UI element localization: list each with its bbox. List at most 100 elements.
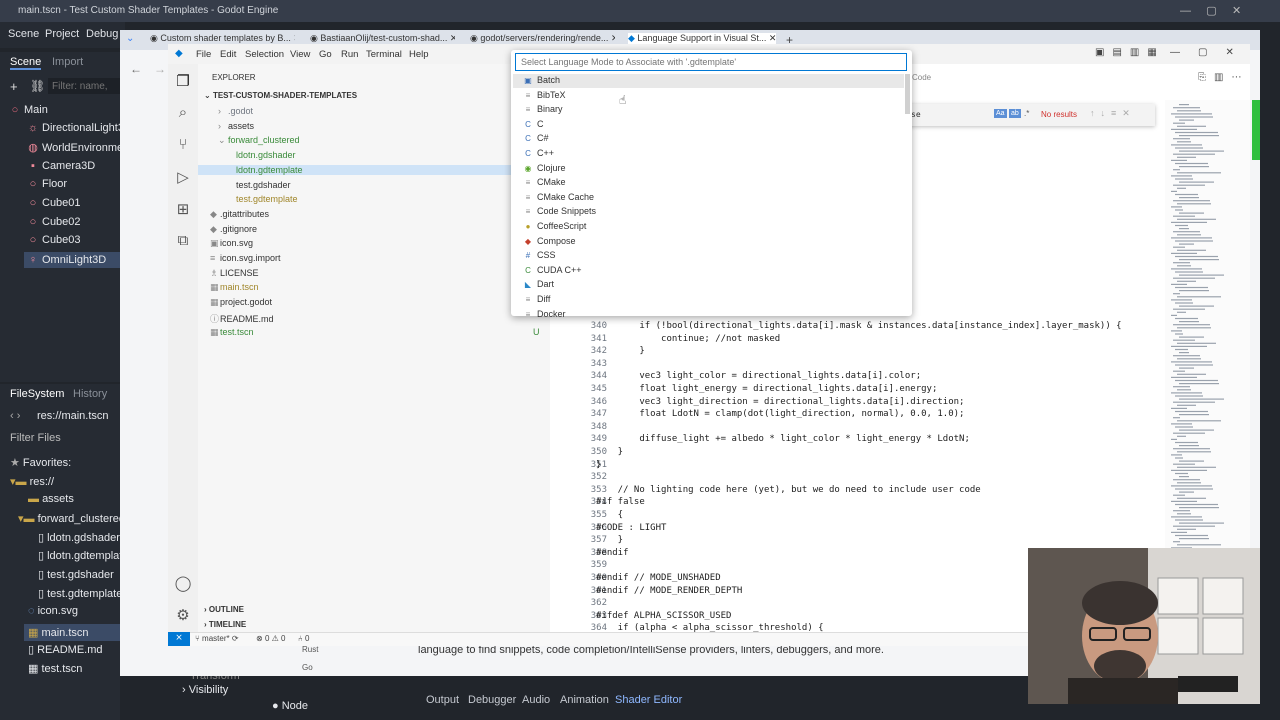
- inspector-node[interactable]: ● Node: [272, 700, 308, 712]
- fs-item[interactable]: ▯ test.gdshader: [38, 568, 114, 581]
- menu-scene[interactable]: Scene: [8, 28, 39, 40]
- explorer-file[interactable]: ◆ .gitignore: [210, 224, 257, 235]
- whole-word-icon[interactable]: ab: [1009, 109, 1021, 118]
- tree-node[interactable]: ▪ Camera3D: [28, 160, 95, 172]
- explorer-file[interactable]: ▦test.tscn: [210, 327, 254, 338]
- remote-icon[interactable]: ⨯: [168, 632, 190, 646]
- fs-item[interactable]: ▯ ldotn.gdtemplate: [38, 549, 128, 562]
- fs-path[interactable]: res://main.tscn: [37, 410, 109, 422]
- fs-item-selected[interactable]: ▦ main.tscn: [24, 624, 120, 641]
- language-option[interactable]: ≡ Code Snippets: [523, 206, 596, 216]
- tab-filesystem[interactable]: FileSystem: [10, 388, 64, 400]
- explorer-file[interactable]: ▣icon.svg: [210, 238, 253, 249]
- explorer-file[interactable]: ldotn.gdtemplate: [198, 164, 550, 175]
- search-icon[interactable]: ⌕: [173, 104, 193, 124]
- tree-node[interactable]: ○ Cube03: [28, 234, 81, 246]
- extensions-icon[interactable]: ⊞: [173, 200, 193, 220]
- tab-animation[interactable]: Animation: [560, 694, 609, 706]
- tree-node[interactable]: ○ Floor: [28, 178, 67, 190]
- branch-status[interactable]: ⑂ master* ⟳: [195, 634, 239, 643]
- explorer-file[interactable]: ▦main.tscn: [210, 282, 259, 293]
- explorer-file[interactable]: ⌄ forward_clustered: [218, 135, 300, 146]
- tree-node[interactable]: ◍ WorldEnvironment: [28, 141, 132, 154]
- explorer-file[interactable]: ▦project.godot: [210, 297, 272, 308]
- account-icon[interactable]: ◯: [173, 574, 193, 594]
- tree-root-main[interactable]: ○ Main: [10, 104, 48, 116]
- fs-item[interactable]: ▯ test.gdtemplate: [38, 587, 122, 600]
- explorer-file[interactable]: › assets: [218, 121, 254, 131]
- fs-favorites[interactable]: ★ Favorites:: [10, 456, 71, 469]
- editor-actions[interactable]: ⎘▥⋯: [1198, 72, 1249, 83]
- palette-scrollbar[interactable]: [905, 74, 910, 114]
- fs-item[interactable]: ◌ icon.svg: [28, 605, 78, 617]
- fs-item[interactable]: ▯ ldotn.gdshader: [38, 531, 120, 544]
- nav-arrows-icon[interactable]: ‹ ›: [10, 410, 20, 422]
- explorer-file[interactable]: ♗ LICENSE: [210, 268, 259, 279]
- explorer-file[interactable]: ◆ .gitattributes: [210, 209, 269, 220]
- vs-menu-edit[interactable]: Edit: [220, 49, 236, 60]
- language-option[interactable]: ▣ Batch: [523, 75, 560, 85]
- problems-status[interactable]: ⊗ 0 ⚠ 0: [256, 634, 285, 643]
- explorer-file[interactable]: test.gdtemplate: [226, 194, 298, 204]
- language-mode-input[interactable]: [515, 53, 907, 71]
- scene-filter-input[interactable]: [48, 78, 120, 94]
- menu-project[interactable]: Project: [45, 28, 79, 40]
- fs-item[interactable]: ▦ test.tscn: [28, 662, 82, 675]
- window-controls-vscode[interactable]: —▢✕: [1170, 47, 1252, 58]
- layout-icons[interactable]: ▣▤▥▦: [1095, 47, 1165, 58]
- source-control-icon[interactable]: ⑂: [173, 136, 193, 156]
- language-option[interactable]: C CUDA C++: [523, 265, 581, 275]
- tab-debugger[interactable]: Debugger: [468, 694, 516, 706]
- editor-tab-hint[interactable]: Code: [912, 73, 931, 82]
- tab-import[interactable]: Import: [52, 56, 83, 68]
- vs-menu-terminal[interactable]: Terminal: [366, 49, 402, 60]
- settings-gear-icon[interactable]: ⚙: [173, 606, 193, 626]
- tab-audio[interactable]: Audio: [522, 694, 550, 706]
- language-option[interactable]: CC: [523, 119, 543, 129]
- tab-shader-editor[interactable]: Shader Editor: [615, 694, 682, 706]
- run-debug-icon[interactable]: ▷: [173, 168, 193, 188]
- ports-status[interactable]: ⑃ 0: [298, 634, 309, 643]
- language-option[interactable]: ◆ Compose: [523, 236, 576, 246]
- vs-menu-file[interactable]: File: [196, 49, 211, 60]
- forward-icon[interactable]: →: [154, 62, 166, 76]
- explorer-icon[interactable]: ❐: [173, 72, 193, 92]
- language-option[interactable]: C C++: [523, 148, 554, 158]
- filter-files-input[interactable]: Filter Files: [10, 432, 61, 444]
- vs-menu-go[interactable]: Go: [319, 49, 332, 60]
- add-node-icon[interactable]: +: [10, 79, 18, 94]
- tab-history[interactable]: History: [73, 388, 107, 400]
- tree-node-selected[interactable]: ♀ OmniLight3D: [24, 252, 120, 268]
- tree-node[interactable]: ○ Cube02: [28, 216, 81, 228]
- remote-explorer-icon[interactable]: ⧉: [173, 232, 193, 252]
- language-option[interactable]: ≡ Binary: [523, 104, 563, 114]
- outline-section[interactable]: › OUTLINE: [204, 605, 244, 614]
- language-option[interactable]: ≡ BibTeX: [523, 90, 566, 100]
- tab-output[interactable]: Output: [426, 694, 459, 706]
- chevron-down-icon[interactable]: ⌄: [126, 33, 134, 44]
- language-option[interactable]: # CSS: [523, 250, 556, 260]
- fs-item[interactable]: ▾▬ forward_clustered: [18, 512, 125, 525]
- explorer-file[interactable]: test.gdshader: [226, 180, 291, 190]
- vs-menu-run[interactable]: Run: [341, 49, 358, 60]
- fs-root[interactable]: ▾▬ res://: [10, 475, 54, 488]
- language-option[interactable]: ≡ CMake Cache: [523, 192, 594, 202]
- menu-debug[interactable]: Debug: [86, 28, 118, 40]
- explorer-file[interactable]: ≡ icon.svg.import: [210, 253, 281, 263]
- fs-item[interactable]: ▬ assets: [28, 493, 74, 505]
- language-option[interactable]: ≡ CMake: [523, 177, 566, 187]
- explorer-file[interactable]: ldotn.gdshader: [226, 150, 296, 160]
- find-nav-icons[interactable]: ↑↓≡✕: [1090, 108, 1136, 119]
- project-root[interactable]: ⌄ TEST-CUSTOM-SHADER-TEMPLATES: [204, 91, 357, 100]
- timeline-section[interactable]: › TIMELINE: [204, 620, 246, 629]
- language-option[interactable]: ● CoffeeScript: [523, 221, 587, 231]
- match-case-icon[interactable]: Aa: [994, 109, 1007, 118]
- tree-node[interactable]: ○ Cube01: [28, 197, 81, 209]
- vs-menu-view[interactable]: View: [290, 49, 310, 60]
- tree-node[interactable]: ☼ DirectionalLight3D: [28, 122, 132, 134]
- language-option[interactable]: ◉ Clojure: [523, 163, 566, 173]
- back-icon[interactable]: ←: [130, 62, 142, 76]
- explorer-file[interactable]: ⓘREADME.md: [210, 312, 274, 325]
- vs-menu-selection[interactable]: Selection: [245, 49, 284, 60]
- language-option[interactable]: ≡ Diff: [523, 294, 551, 304]
